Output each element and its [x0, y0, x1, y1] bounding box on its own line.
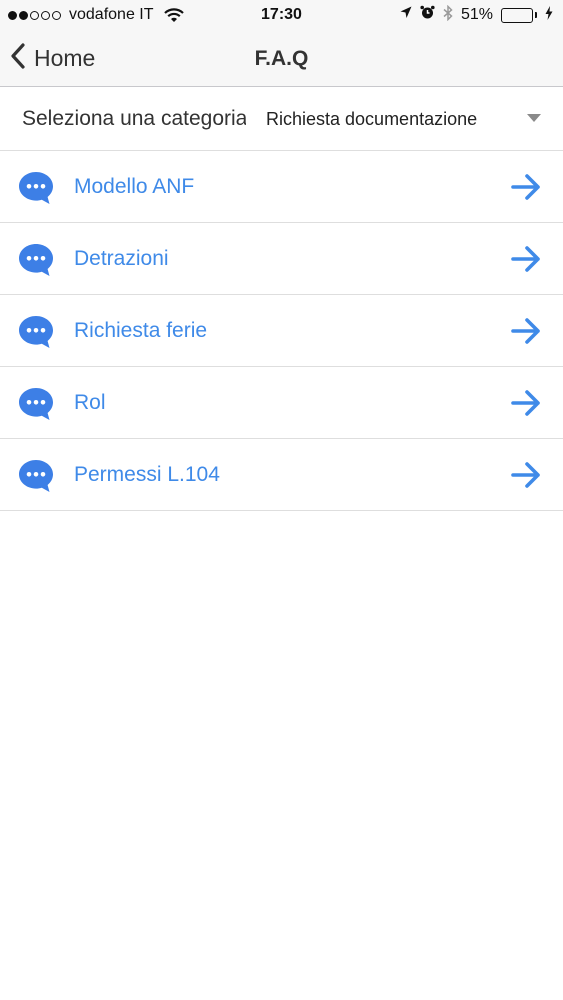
category-label: Seleziona una categoria — [22, 107, 246, 130]
faq-item-rol[interactable]: Rol — [0, 367, 563, 439]
faq-item-richiesta-ferie[interactable]: Richiesta ferie — [0, 295, 563, 367]
faq-item-label: Detrazioni — [74, 247, 169, 270]
faq-item-label: Richiesta ferie — [74, 319, 208, 342]
chat-bubble-icon — [18, 171, 54, 205]
back-label: Home — [34, 45, 96, 71]
wifi-icon — [163, 7, 184, 23]
status-left: vodafone IT — [8, 0, 184, 30]
faq-item-label: Permessi L.104 — [74, 463, 220, 486]
category-dropdown[interactable]: Richiesta documentazione — [266, 87, 477, 151]
chat-bubble-icon — [18, 315, 54, 349]
chevron-left-icon — [10, 42, 26, 75]
dropdown-caret-icon[interactable] — [527, 114, 541, 122]
arrow-right-icon[interactable] — [510, 317, 542, 345]
battery-percent: 51% — [460, 6, 493, 23]
battery-icon — [501, 7, 537, 23]
arrow-right-icon[interactable] — [510, 389, 542, 417]
bluetooth-icon — [443, 4, 453, 26]
signal-strength-icon — [8, 10, 61, 20]
back-button[interactable]: Home — [10, 30, 95, 87]
faq-item-modello-anf[interactable]: Modello ANF — [0, 151, 563, 223]
status-bar: vodafone IT 17:30 51% — [0, 0, 563, 30]
faq-list: Modello ANF Detrazioni Richiesta ferie R… — [0, 151, 563, 511]
carrier-name: vodafone IT — [69, 6, 154, 23]
arrow-right-icon[interactable] — [510, 461, 542, 489]
faq-item-label: Rol — [74, 391, 106, 414]
location-arrow-icon — [400, 6, 412, 24]
charging-bolt-icon — [545, 5, 553, 25]
faq-item-permessi-l104[interactable]: Permessi L.104 — [0, 439, 563, 511]
chat-bubble-icon — [18, 243, 54, 277]
faq-item-detrazioni[interactable]: Detrazioni — [0, 223, 563, 295]
alarm-clock-icon — [420, 5, 435, 25]
arrow-right-icon[interactable] — [510, 245, 542, 273]
chat-bubble-icon — [18, 387, 54, 421]
status-right: 51% — [400, 0, 553, 30]
faq-item-label: Modello ANF — [74, 175, 195, 198]
chat-bubble-icon — [18, 459, 54, 493]
navigation-bar: Home F.A.Q — [0, 30, 563, 87]
arrow-right-icon[interactable] — [510, 173, 542, 201]
category-selector[interactable]: Seleziona una categoria Richiesta docume… — [0, 87, 563, 151]
